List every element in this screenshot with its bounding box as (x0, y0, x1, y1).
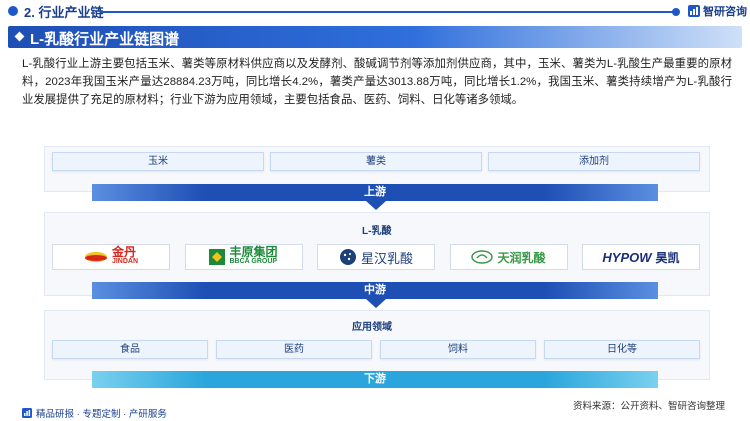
diamond-icon (14, 31, 25, 42)
upstream-row: 玉米 薯类 添加剂 (52, 152, 700, 171)
brand-name: 智研咨询 (703, 6, 747, 18)
company-name: 金丹 (111, 245, 136, 259)
downstream-item-feed: 饲料 (380, 340, 536, 359)
downstream-row: 食品 医药 饲料 日化等 (52, 340, 700, 359)
company-name: 星汉乳酸 (360, 250, 413, 266)
company-logos-row: 金丹 JINDAN 丰原集团 BBCA GROUP 星汉乳酸 天润乳酸 HYPO… (52, 244, 700, 270)
jindan-logo-icon (84, 252, 107, 262)
company-subname: 昊凯 (655, 250, 680, 265)
downstream-item-medicine: 医药 (216, 340, 372, 359)
downstream-item-food: 食品 (52, 340, 208, 359)
arrow-down-icon (366, 201, 386, 210)
upstream-item-tubers: 薯类 (270, 152, 482, 171)
industry-chain-diagram: 玉米 薯类 添加剂 上游 L-乳酸 金丹 JINDAN 丰原集团 BBCA GR (44, 146, 710, 388)
source-note: 资料来源：公开资料、智研咨询整理 (573, 401, 726, 412)
page-title: L-乳酸行业产业链图谱 (30, 31, 180, 48)
footer-tagline-text: 精品研报 · 专题定制 · 产研服务 (36, 409, 167, 420)
upstream-band: 上游 (92, 184, 658, 201)
midstream-band: 中游 (92, 282, 658, 299)
title-bar: L-乳酸行业产业链图谱 (8, 26, 742, 48)
top-header: 2. 行业产业链 智研咨询 (0, 0, 750, 28)
tianrun-logo-icon (471, 250, 494, 264)
upstream-item-additives: 添加剂 (488, 152, 700, 171)
intro-paragraph: L-乳酸行业上游主要包括玉米、薯类等原材料供应商以及发酵剂、酸碱调节剂等添加剂供… (22, 58, 732, 106)
footer-tagline: 精品研报 · 专题定制 · 产研服务 (22, 406, 167, 420)
arrow-down-icon (366, 299, 386, 308)
section-bullet-icon (8, 6, 18, 16)
bbca-logo-icon (209, 249, 226, 265)
downstream-title: 应用领域 (352, 322, 392, 333)
company-name: 天润乳酸 (497, 250, 546, 265)
company-logo-xinghan: 星汉乳酸 (317, 244, 435, 270)
company-subname: JINDAN (111, 258, 139, 265)
xinghan-logo-icon (339, 249, 356, 265)
company-name: 丰原集团 (229, 245, 278, 259)
company-logo-tianrun: 天润乳酸 (449, 244, 568, 270)
midstream-title: L-乳酸 (362, 226, 392, 237)
brand-logo[interactable]: 智研咨询 (688, 3, 747, 19)
section-title: 2. 行业产业链 (24, 5, 104, 20)
company-logo-jindan: 金丹 JINDAN (52, 244, 170, 270)
company-logo-hypow: HYPOW 昊凯 (582, 244, 700, 270)
company-name: HYPOW (602, 249, 652, 265)
header-divider (100, 11, 675, 13)
company-subname: BBCA GROUP (229, 258, 278, 265)
bar-chart-icon (688, 5, 700, 17)
downstream-band: 下游 (92, 371, 658, 388)
header-divider-dot (672, 8, 680, 16)
upstream-item-corn: 玉米 (52, 152, 264, 171)
company-logo-bbca: 丰原集团 BBCA GROUP (184, 244, 303, 270)
chart-icon (22, 408, 32, 418)
downstream-item-daily-chemicals: 日化等 (544, 340, 700, 359)
